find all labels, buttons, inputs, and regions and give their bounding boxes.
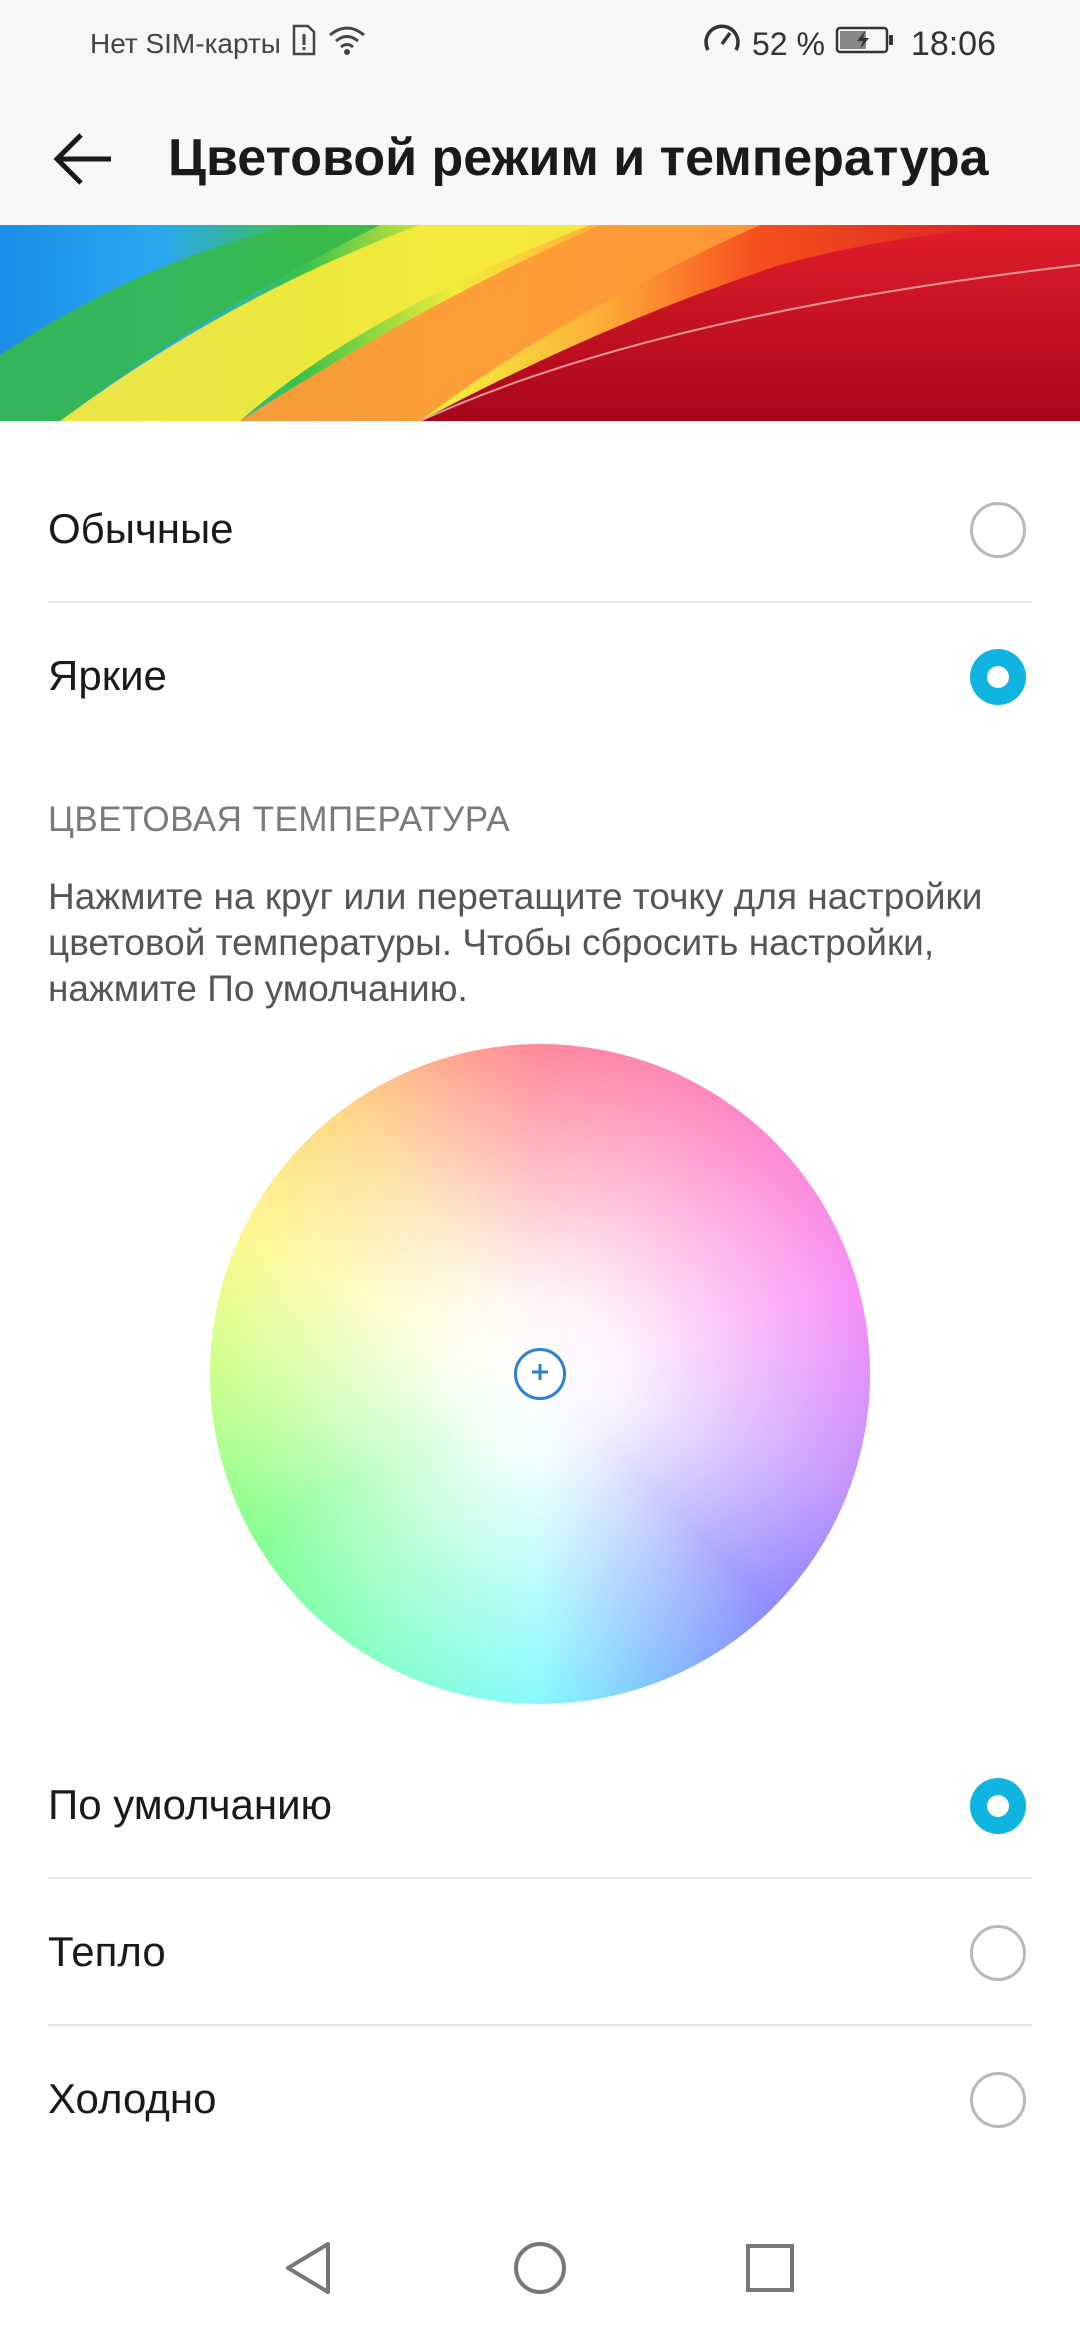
divider [48, 1877, 1032, 1879]
sim-alert-icon [291, 24, 317, 64]
nav-recents-icon [744, 2242, 796, 2299]
screen: Нет SIM-карты 52 % 18:06 Цветовой режим … [0, 0, 1080, 2340]
divider [48, 601, 1032, 603]
plus-icon [529, 1361, 551, 1388]
top-area: Нет SIM-карты 52 % 18:06 Цветовой режим … [0, 0, 1080, 225]
back-button[interactable] [48, 126, 118, 196]
color-temperature-wheel[interactable] [210, 1044, 870, 1704]
rainbow-banner-image [0, 225, 1080, 421]
status-bar: Нет SIM-карты 52 % 18:06 [0, 0, 1080, 82]
page-title: Цветовой режим и температура [168, 129, 989, 187]
carrier-label: Нет SIM-карты [90, 28, 281, 59]
color-mode-option-vivid[interactable]: Яркие [48, 604, 1032, 750]
nav-back-icon [280, 2238, 336, 2303]
nav-home-icon [512, 2240, 568, 2301]
radio-button[interactable] [970, 649, 1026, 705]
section-title-color-temperature: ЦВЕТОВАЯ ТЕМПЕРАТУРА [48, 800, 511, 839]
temperature-option-cold[interactable]: Холодно [48, 2027, 1032, 2173]
clock: 18:06 [910, 24, 996, 63]
temperature-option-default[interactable]: По умолчанию [48, 1733, 1032, 1879]
status-right: 52 % 18:06 [702, 20, 996, 68]
option-label: Обычные [48, 505, 234, 552]
color-mode-option-normal[interactable]: Обычные [48, 457, 1032, 603]
wheel-drag-point[interactable] [514, 1348, 566, 1400]
option-label: Яркие [48, 652, 167, 699]
speedometer-icon [702, 20, 742, 68]
nav-back-button[interactable] [258, 2220, 358, 2320]
radio-button[interactable] [970, 2072, 1026, 2128]
radio-button[interactable] [970, 1778, 1026, 1834]
status-left: Нет SIM-карты [90, 24, 367, 64]
radio-button[interactable] [970, 1925, 1026, 1981]
nav-recents-button[interactable] [720, 2220, 820, 2320]
navigation-bar [0, 2200, 1080, 2340]
option-label: Холодно [48, 2075, 217, 2122]
battery-percent: 52 % [751, 25, 825, 62]
battery-charging-icon [835, 25, 895, 63]
nav-home-button[interactable] [490, 2220, 590, 2320]
option-label: Тепло [48, 1928, 166, 1975]
option-label: По умолчанию [48, 1781, 333, 1828]
app-bar: Цветовой режим и температура [0, 110, 1080, 210]
arrow-left-icon [53, 132, 113, 190]
radio-button[interactable] [970, 502, 1026, 558]
temperature-option-warm[interactable]: Тепло [48, 1880, 1032, 2026]
wifi-icon [327, 24, 367, 64]
color-temperature-description: Нажмите на круг или перетащите точку для… [48, 876, 983, 1009]
divider [48, 2024, 1032, 2026]
